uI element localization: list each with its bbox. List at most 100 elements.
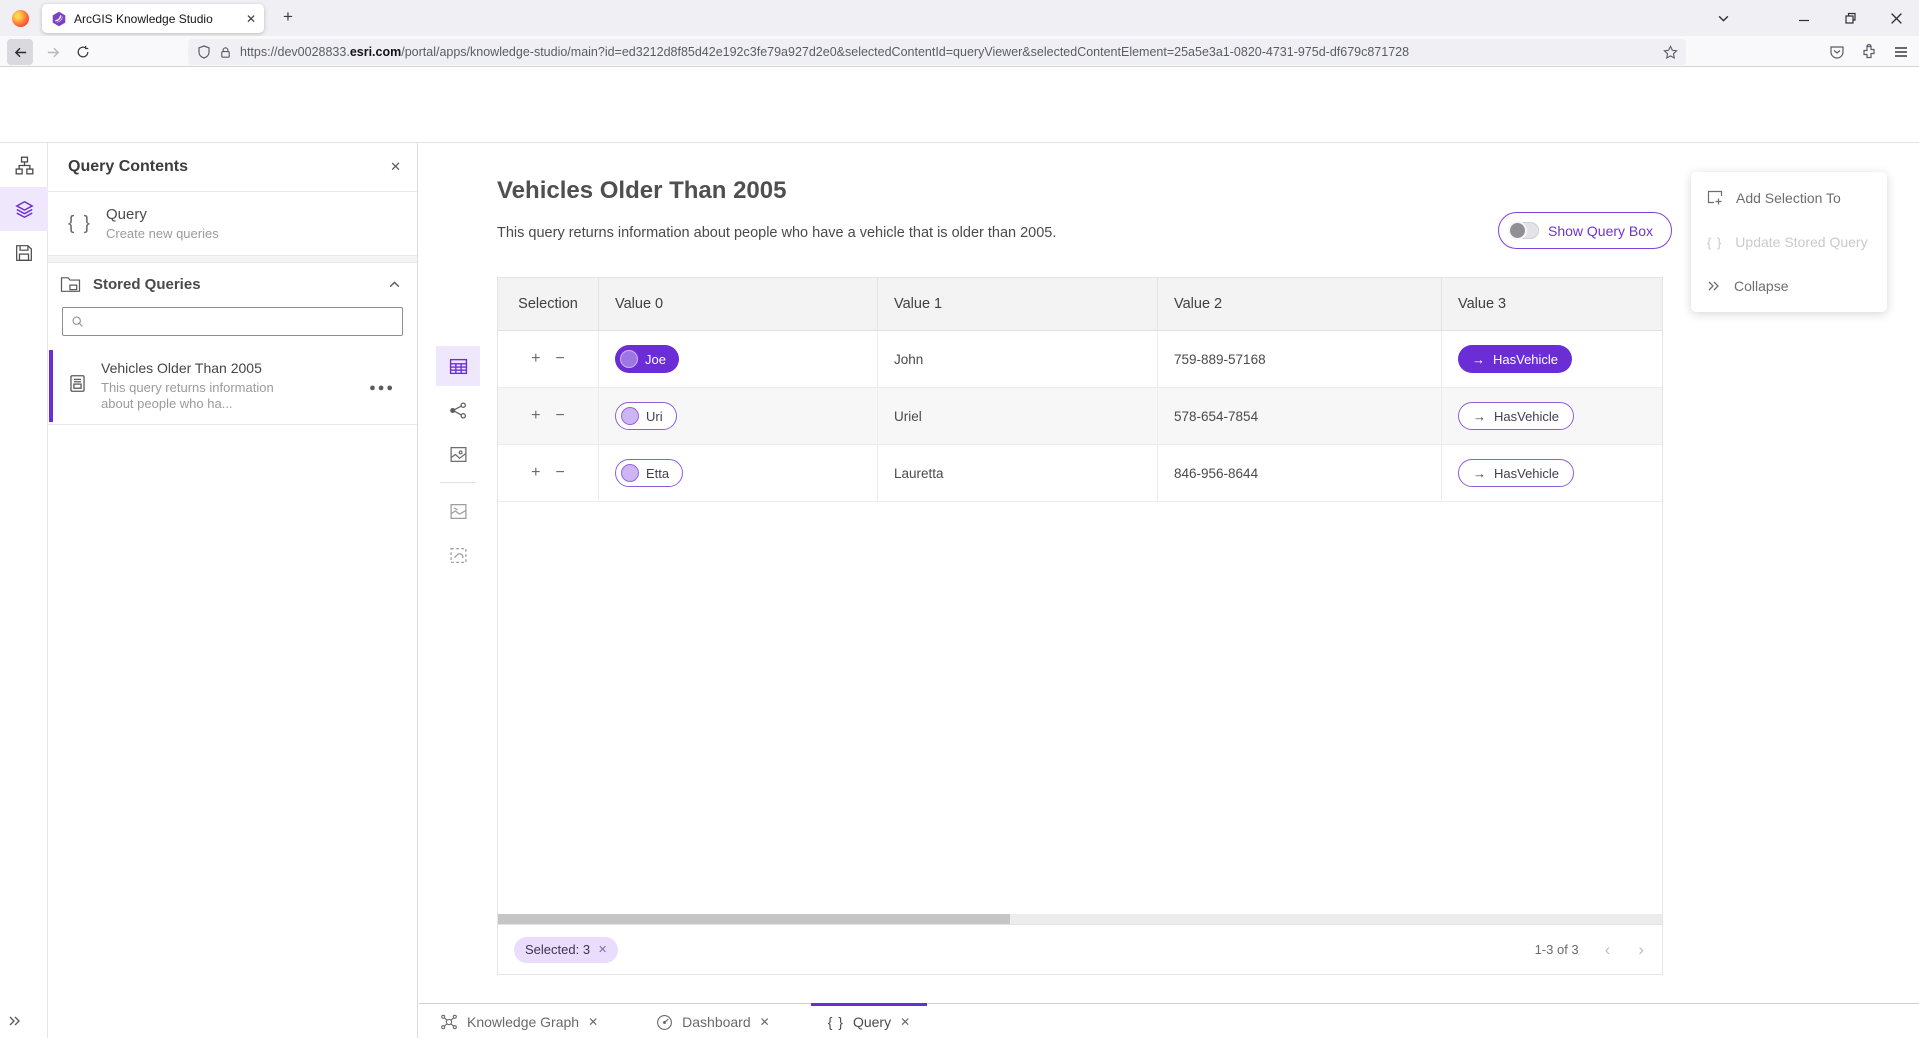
- new-tab-button[interactable]: +: [283, 7, 293, 27]
- data-model-rail-button[interactable]: [0, 143, 48, 187]
- column-header-value2[interactable]: Value 2: [1158, 278, 1442, 330]
- entity-pill[interactable]: Etta: [615, 459, 683, 487]
- new-query-item[interactable]: { } Query Create new queries: [48, 192, 417, 255]
- selected-count-chip[interactable]: Selected: 3 ✕: [514, 937, 618, 963]
- stored-query-overflow-menu-icon[interactable]: ●●●: [369, 382, 395, 394]
- add-selection-icon[interactable]: +: [531, 351, 540, 367]
- reload-button[interactable]: [70, 39, 96, 65]
- extensions-icon[interactable]: [1861, 44, 1877, 60]
- menu-hamburger-icon[interactable]: [1893, 44, 1909, 60]
- stored-queries-search[interactable]: [62, 307, 403, 336]
- pagination-range: 1-3 of 3: [1535, 942, 1579, 957]
- add-selection-to-icon: [1707, 190, 1723, 206]
- save-floppy-icon: [15, 244, 33, 262]
- add-selection-icon[interactable]: +: [531, 465, 540, 481]
- horizontal-scrollbar[interactable]: [498, 914, 1662, 924]
- back-button[interactable]: [7, 39, 33, 65]
- column-header-value0[interactable]: Value 0: [599, 278, 878, 330]
- column-header-value1[interactable]: Value 1: [878, 278, 1158, 330]
- close-tab-icon[interactable]: ✕: [588, 1015, 598, 1029]
- bookmark-star-icon[interactable]: [1663, 45, 1678, 60]
- query-item-label: Query: [106, 206, 219, 223]
- content-tab-bar: Knowledge Graph ✕ Dashboard ✕ { } Query …: [419, 1003, 1919, 1038]
- close-tab-icon[interactable]: ✕: [760, 1015, 770, 1029]
- pocket-icon[interactable]: [1829, 44, 1845, 60]
- stored-query-item[interactable]: Vehicles Older Than 2005 This query retu…: [48, 348, 417, 425]
- window-restore-button[interactable]: [1827, 0, 1873, 36]
- link-chart-view-button[interactable]: [436, 390, 480, 430]
- add-selection-icon[interactable]: +: [531, 408, 540, 424]
- tab-list-chevron-icon[interactable]: [1700, 0, 1746, 36]
- cell-value1[interactable]: John: [878, 331, 1158, 387]
- forward-button[interactable]: [40, 39, 66, 65]
- braces-icon: { }: [828, 1014, 844, 1030]
- tab-dashboard[interactable]: Dashboard ✕: [639, 1003, 787, 1038]
- cell-value2[interactable]: 846-956-8644: [1158, 445, 1442, 501]
- column-header-value3[interactable]: Value 3: [1442, 278, 1664, 330]
- query-item-description: Create new queries: [106, 226, 219, 241]
- close-tab-icon[interactable]: ✕: [900, 1015, 910, 1029]
- query-result-description: This query returns information about peo…: [497, 225, 1056, 241]
- window-minimize-button[interactable]: [1781, 0, 1827, 36]
- panel-close-icon[interactable]: ✕: [390, 159, 401, 175]
- results-table: Selection Value 0 Value 1 Value 2 Value …: [497, 277, 1663, 975]
- menu-item-update-stored-query[interactable]: { } Update Stored Query: [1691, 220, 1887, 264]
- map-icon: [449, 445, 468, 464]
- map-view-button[interactable]: [436, 434, 480, 474]
- menu-item-add-selection-to[interactable]: Add Selection To: [1691, 176, 1887, 220]
- braces-icon: { }: [68, 213, 92, 235]
- arrow-right-icon: →: [1472, 352, 1485, 367]
- relationship-pill[interactable]: →HasVehicle: [1458, 345, 1572, 373]
- tab-query[interactable]: { } Query ✕: [811, 1003, 927, 1038]
- section-divider: [48, 255, 417, 263]
- toggle-switch-icon[interactable]: [1508, 222, 1539, 239]
- relationship-pill[interactable]: →HasVehicle: [1458, 459, 1574, 487]
- firefox-view-icon[interactable]: [12, 10, 29, 27]
- remove-selection-icon[interactable]: −: [556, 408, 565, 424]
- clear-selection-icon[interactable]: ✕: [598, 943, 607, 956]
- table-row: + − Uri Uriel 578-654-7854 →HasVehicle: [498, 388, 1662, 445]
- menu-item-collapse[interactable]: Collapse: [1691, 264, 1887, 308]
- add-to-map-button[interactable]: [436, 491, 480, 531]
- lock-icon[interactable]: [219, 46, 232, 59]
- dashboard-gauge-icon: [656, 1014, 673, 1031]
- browser-tab[interactable]: ArcGIS Knowledge Studio ✕: [42, 4, 264, 33]
- left-icon-rail: [0, 143, 48, 1038]
- stored-queries-header[interactable]: Stored Queries: [48, 263, 417, 305]
- entity-pill[interactable]: Uri: [615, 402, 677, 430]
- expand-rail-icon[interactable]: [8, 1014, 22, 1028]
- url-text[interactable]: https://dev0028833.esri.com/portal/apps/…: [240, 45, 1655, 59]
- cell-value1[interactable]: Lauretta: [878, 445, 1158, 501]
- column-header-selection[interactable]: Selection: [498, 278, 599, 330]
- next-page-icon[interactable]: ›: [1638, 941, 1644, 958]
- cell-value1[interactable]: Uriel: [878, 388, 1158, 444]
- table-row: + − Joe John 759-889-57168 →HasVehicle: [498, 331, 1662, 388]
- cell-value2[interactable]: 759-889-57168: [1158, 331, 1442, 387]
- table-view-button[interactable]: [436, 346, 480, 386]
- collapse-chevron-icon[interactable]: [388, 278, 401, 291]
- selection-tools-button[interactable]: [436, 535, 480, 575]
- entity-pill[interactable]: Joe: [615, 345, 679, 373]
- browser-nav-bar: https://dev0028833.esri.com/portal/apps/…: [0, 36, 1919, 67]
- stored-queries-search-input[interactable]: [91, 314, 394, 329]
- cell-value2[interactable]: 578-654-7854: [1158, 388, 1442, 444]
- remove-selection-icon[interactable]: −: [556, 465, 565, 481]
- previous-page-icon[interactable]: ‹: [1605, 941, 1611, 958]
- tab-close-icon[interactable]: ✕: [246, 13, 256, 25]
- save-rail-button[interactable]: [0, 231, 48, 275]
- remove-selection-icon[interactable]: −: [556, 351, 565, 367]
- url-bar[interactable]: https://dev0028833.esri.com/portal/apps/…: [188, 39, 1686, 65]
- actions-menu: Add Selection To { } Update Stored Query…: [1691, 172, 1887, 312]
- tab-knowledge-graph[interactable]: Knowledge Graph ✕: [423, 1003, 615, 1038]
- contents-rail-button[interactable]: [0, 187, 48, 231]
- stored-query-title: Vehicles Older Than 2005: [101, 360, 306, 376]
- scrollbar-thumb[interactable]: [498, 914, 1010, 924]
- panel-title: Query Contents: [68, 158, 390, 176]
- tracking-shield-icon[interactable]: [197, 45, 211, 59]
- window-close-button[interactable]: [1873, 0, 1919, 36]
- relationship-pill[interactable]: →HasVehicle: [1458, 402, 1574, 430]
- search-magnifier-icon: [71, 315, 84, 328]
- selected-count-label: Selected: 3: [525, 942, 590, 957]
- stored-query-description: This query returns information about peo…: [101, 380, 306, 412]
- show-query-box-toggle[interactable]: Show Query Box: [1498, 212, 1672, 249]
